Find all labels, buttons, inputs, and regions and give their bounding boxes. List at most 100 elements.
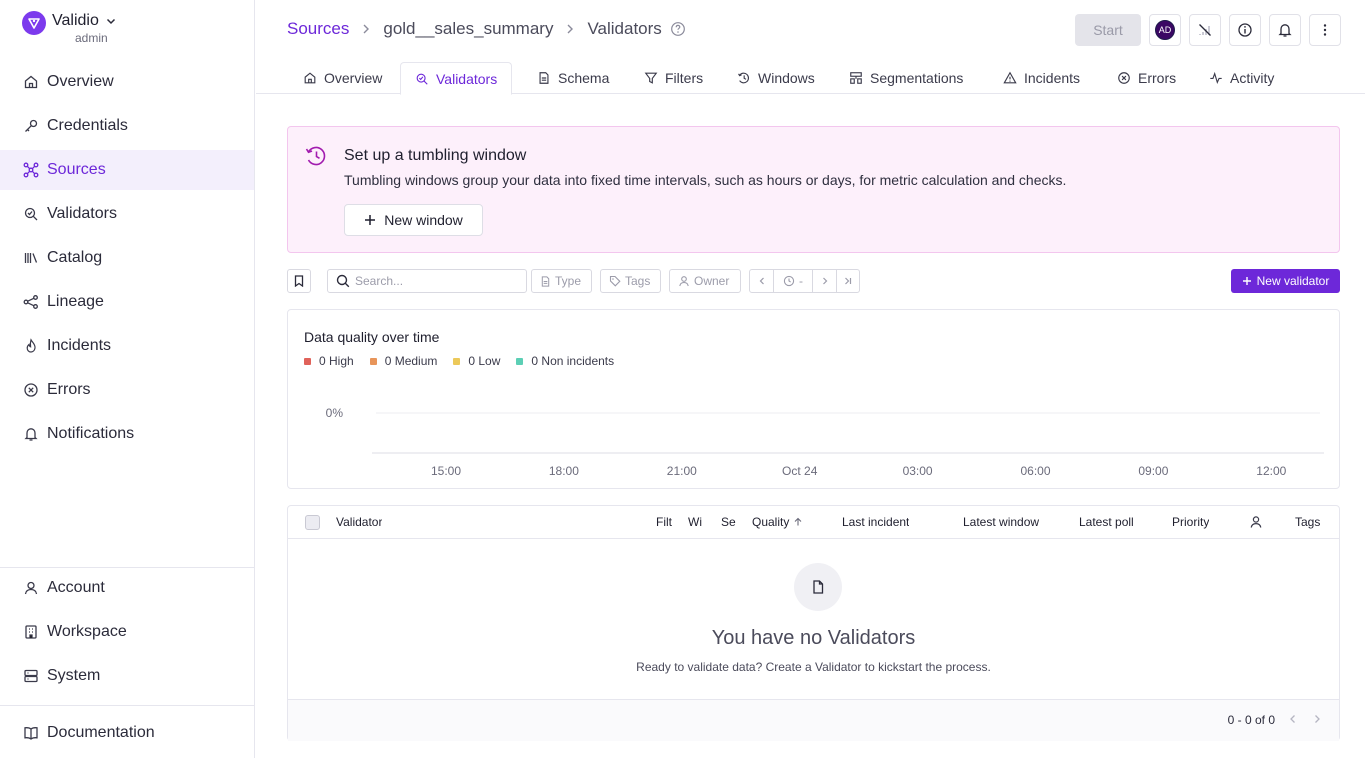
tab-label: Errors xyxy=(1138,70,1177,86)
sidebar-item-label: Account xyxy=(47,579,105,596)
column-header-filter[interactable]: Filt xyxy=(656,506,674,538)
tab-label: Segmentations xyxy=(870,70,964,86)
new-window-button[interactable]: New window xyxy=(344,204,483,236)
sidebar-item-validators[interactable]: Validators xyxy=(0,194,254,234)
tab-label: Schema xyxy=(558,70,610,86)
time-next-button[interactable] xyxy=(813,270,837,292)
home-icon xyxy=(304,72,316,84)
info-button[interactable] xyxy=(1229,14,1261,46)
column-header-segmentation[interactable]: Se xyxy=(721,506,738,538)
sidebar-item-errors[interactable]: Errors xyxy=(0,370,254,410)
x-circle-icon xyxy=(1118,72,1130,84)
chevron-left-icon[interactable] xyxy=(1287,713,1299,725)
chart-plot: 0% 15:00 18:00 21:00 Oct 24 03:00 06:00 09:00 12… xyxy=(326,406,1324,478)
more-options-button[interactable] xyxy=(1309,14,1341,46)
tab-validators[interactable]: Validators xyxy=(400,62,513,95)
workspace-switcher[interactable]: Validio admin xyxy=(22,11,117,45)
time-range-label: - xyxy=(799,274,803,288)
sidebar-item-label: System xyxy=(47,667,101,684)
file-icon xyxy=(541,275,550,287)
user-avatar-button[interactable]: AD xyxy=(1149,14,1181,46)
tab-errors[interactable]: Errors xyxy=(1103,62,1190,94)
column-header-owner[interactable] xyxy=(1249,506,1263,538)
sidebar-item-documentation[interactable]: Documentation xyxy=(0,713,254,753)
home-icon xyxy=(24,75,38,89)
sidebar-item-label: Overview xyxy=(47,73,114,90)
new-validator-button[interactable]: New validator xyxy=(1231,269,1340,293)
time-prev-button[interactable] xyxy=(750,270,774,292)
sidebar-item-catalog[interactable]: Catalog xyxy=(0,238,254,278)
sidebar-item-overview[interactable]: Overview xyxy=(0,62,254,102)
plus-icon xyxy=(365,215,376,225)
bookmark-button[interactable] xyxy=(287,269,311,293)
sidebar-item-system[interactable]: System xyxy=(0,656,254,696)
time-range-control: - xyxy=(749,269,860,293)
x-tick-label: 09:00 xyxy=(1138,464,1168,478)
notifications-button[interactable] xyxy=(1269,14,1301,46)
time-latest-button[interactable] xyxy=(837,270,859,292)
type-filter[interactable]: Type xyxy=(531,269,592,293)
empty-state-description: Ready to validate data? Create a Validat… xyxy=(636,660,991,674)
new-window-label: New window xyxy=(384,212,463,228)
column-header-latest-window[interactable]: Latest window xyxy=(963,506,1039,538)
tab-segmentations[interactable]: Segmentations xyxy=(835,62,977,94)
empty-state-icon xyxy=(794,563,842,611)
tab-windows[interactable]: Windows xyxy=(723,62,829,94)
sidebar-item-label: Lineage xyxy=(47,293,104,310)
sidebar-item-incidents[interactable]: Incidents xyxy=(0,326,254,366)
column-header-priority[interactable]: Priority xyxy=(1172,506,1209,538)
select-all-checkbox[interactable] xyxy=(305,515,320,530)
user-icon xyxy=(24,581,38,595)
column-header-tags[interactable]: Tags xyxy=(1295,506,1320,538)
column-header-last-incident[interactable]: Last incident xyxy=(842,506,909,538)
sidebar-item-credentials[interactable]: Credentials xyxy=(0,106,254,146)
sidebar-item-account[interactable]: Account xyxy=(0,568,254,608)
sidebar-item-workspace[interactable]: Workspace xyxy=(0,612,254,652)
breadcrumb-source[interactable]: gold__sales_summary xyxy=(383,19,553,39)
column-header-quality[interactable]: Quality xyxy=(752,506,803,538)
start-button[interactable]: Start xyxy=(1075,14,1141,46)
tab-activity[interactable]: Activity xyxy=(1195,62,1288,94)
tab-overview[interactable]: Overview xyxy=(289,62,396,94)
user-icon xyxy=(1250,516,1262,528)
y-tick-label: 0% xyxy=(326,406,344,420)
x-tick-label: 18:00 xyxy=(549,464,579,478)
breadcrumb-sources[interactable]: Sources xyxy=(287,19,349,39)
tab-schema[interactable]: Schema xyxy=(523,62,623,94)
search-input[interactable]: Search... xyxy=(327,269,527,293)
x-tick-label: 06:00 xyxy=(1020,464,1050,478)
column-header-latest-poll[interactable]: Latest poll xyxy=(1079,506,1134,538)
tags-filter-label: Tags xyxy=(625,274,651,288)
sidebar-item-lineage[interactable]: Lineage xyxy=(0,282,254,322)
chevron-right-icon xyxy=(565,23,575,35)
time-range-picker[interactable]: - xyxy=(774,270,813,292)
sidebar-item-label: Catalog xyxy=(47,249,103,266)
type-filter-label: Type xyxy=(555,274,582,288)
sidebar-item-label: Workspace xyxy=(47,623,127,640)
tab-filters[interactable]: Filters xyxy=(630,62,717,94)
catalog-icon xyxy=(24,253,38,263)
sidebar-item-label: Validators xyxy=(47,205,117,222)
x-tick-label: Oct 24 xyxy=(782,464,818,478)
chevron-right-icon[interactable] xyxy=(1311,713,1323,725)
brand-name: Validio xyxy=(52,12,99,29)
lineage-icon xyxy=(23,295,38,309)
x-circle-icon xyxy=(24,383,38,397)
x-tick-label: 03:00 xyxy=(903,464,933,478)
data-quality-chart: Data quality over time 0 High 0 Medium 0… xyxy=(287,309,1340,489)
sidebar-item-notifications[interactable]: Notifications xyxy=(0,414,254,454)
connection-status-button[interactable] xyxy=(1189,14,1221,46)
sidebar-item-label: Sources xyxy=(47,161,106,178)
bell-icon xyxy=(24,428,38,441)
tags-filter[interactable]: Tags xyxy=(600,269,661,293)
empty-state-title: You have no Validators xyxy=(711,627,916,649)
column-header-validator[interactable]: Validator xyxy=(336,506,382,538)
column-header-window[interactable]: Wi xyxy=(688,506,706,538)
tumbling-window-banner: Set up a tumbling window Tumbling window… xyxy=(287,126,1340,253)
owner-filter[interactable]: Owner xyxy=(669,269,741,293)
sidebar-item-sources[interactable]: Sources xyxy=(0,150,254,190)
tab-incidents[interactable]: Incidents xyxy=(989,62,1094,94)
help-icon[interactable] xyxy=(670,21,686,37)
sidebar-item-label: Documentation xyxy=(47,724,155,741)
sidebar-divider xyxy=(0,705,254,706)
